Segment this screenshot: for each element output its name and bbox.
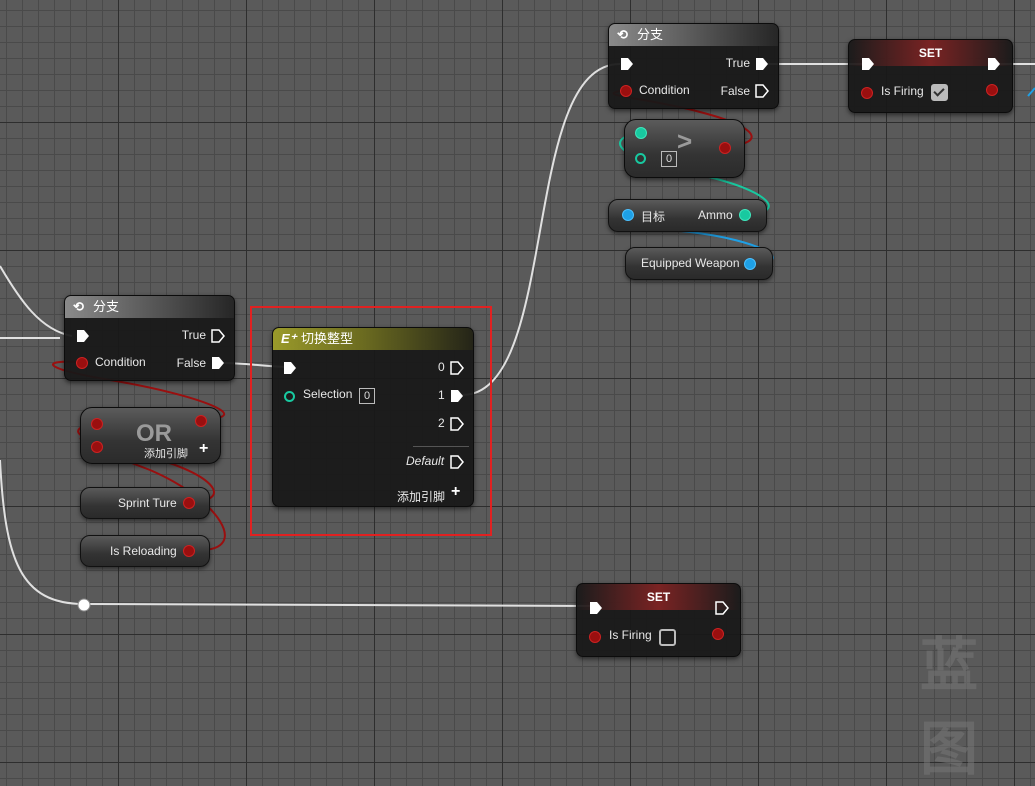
exec-out-false-pin[interactable] (211, 356, 225, 370)
is-firing-label: Is Firing (609, 628, 652, 642)
exec-wire-curve-top-left (0, 265, 73, 337)
exec-out-pin[interactable] (715, 601, 729, 615)
ammo-getter-node[interactable]: 目标 Ammo (608, 199, 767, 232)
sprint-ture-node[interactable]: Sprint Ture (80, 487, 210, 519)
or-a-pin[interactable] (91, 418, 103, 430)
is-firing-checkbox[interactable] (931, 84, 948, 101)
or-b-pin[interactable] (91, 441, 103, 453)
is-firing-output-pin[interactable] (712, 628, 724, 640)
branch-node-left[interactable]: ⟲ 分支 True Condition False (64, 295, 235, 381)
greater-than-node[interactable]: 0 > (624, 119, 745, 178)
set-node-top[interactable]: SET Is Firing (848, 39, 1013, 113)
condition-label: Condition (639, 83, 690, 97)
greater-b-value[interactable]: 0 (661, 151, 677, 167)
set-node-bottom[interactable]: SET Is Firing (576, 583, 741, 657)
equipped-weapon-node[interactable]: Equipped Weapon (625, 247, 773, 280)
branch-icon: ⟲ (73, 299, 84, 314)
selection-highlight (250, 306, 492, 536)
exec-out-pin[interactable] (987, 57, 1001, 71)
is-reloading-out-pin[interactable] (183, 545, 195, 557)
greater-a-pin[interactable] (635, 127, 647, 139)
true-label: True (181, 328, 206, 342)
true-label: True (725, 56, 750, 70)
branch-icon: ⟲ (617, 27, 628, 42)
is-firing-label: Is Firing (881, 84, 924, 98)
condition-label: Condition (95, 355, 146, 369)
or-node[interactable]: OR 添加引脚 + (80, 407, 221, 464)
condition-pin[interactable] (76, 357, 88, 369)
branch-node-title: 分支 (637, 27, 664, 42)
ammo-label: Ammo (698, 208, 733, 222)
branch-node-header: ⟲ 分支 (609, 24, 778, 46)
exec-in-pin[interactable] (861, 57, 875, 71)
false-label: False (176, 356, 206, 370)
target-label: 目标 (641, 210, 666, 224)
is-firing-input-pin[interactable] (589, 631, 601, 643)
or-title: OR (136, 420, 172, 447)
exec-in-pin[interactable] (76, 329, 90, 343)
greater-symbol: > (677, 126, 693, 156)
sprint-ture-out-pin[interactable] (183, 497, 195, 509)
or-add-pin-plus-icon[interactable]: + (199, 440, 208, 458)
greater-b-pin[interactable] (635, 153, 646, 164)
greater-out-pin[interactable] (719, 142, 731, 154)
branch-node-header: ⟲ 分支 (65, 296, 234, 318)
is-firing-output-pin[interactable] (986, 84, 998, 96)
equipped-weapon-out-pin[interactable] (744, 258, 756, 270)
sprint-ture-label: Sprint Ture (118, 496, 177, 510)
is-firing-input-pin[interactable] (861, 87, 873, 99)
branch-node-title: 分支 (93, 299, 120, 314)
exec-in-pin[interactable] (620, 57, 634, 71)
exec-out-true-pin[interactable] (755, 57, 769, 71)
false-label: False (720, 84, 750, 98)
watermark: 蓝图 (920, 631, 981, 783)
exec-out-false-pin[interactable] (755, 84, 769, 98)
object-wire-right-edge (1027, 87, 1035, 97)
is-reloading-label: Is Reloading (110, 544, 177, 558)
equipped-weapon-label: Equipped Weapon (641, 256, 740, 270)
or-out-pin[interactable] (195, 415, 207, 427)
or-add-pin-label[interactable]: 添加引脚 (144, 445, 188, 461)
ammo-out-pin[interactable] (739, 209, 751, 221)
reroute-knot (77, 598, 91, 612)
target-pin[interactable] (622, 209, 634, 221)
condition-pin[interactable] (620, 85, 632, 97)
is-reloading-node[interactable]: Is Reloading (80, 535, 210, 567)
exec-out-true-pin[interactable] (211, 329, 225, 343)
is-firing-checkbox[interactable] (659, 629, 676, 646)
exec-in-pin[interactable] (589, 601, 603, 615)
branch-node-top[interactable]: ⟲ 分支 True Condition False (608, 23, 779, 109)
